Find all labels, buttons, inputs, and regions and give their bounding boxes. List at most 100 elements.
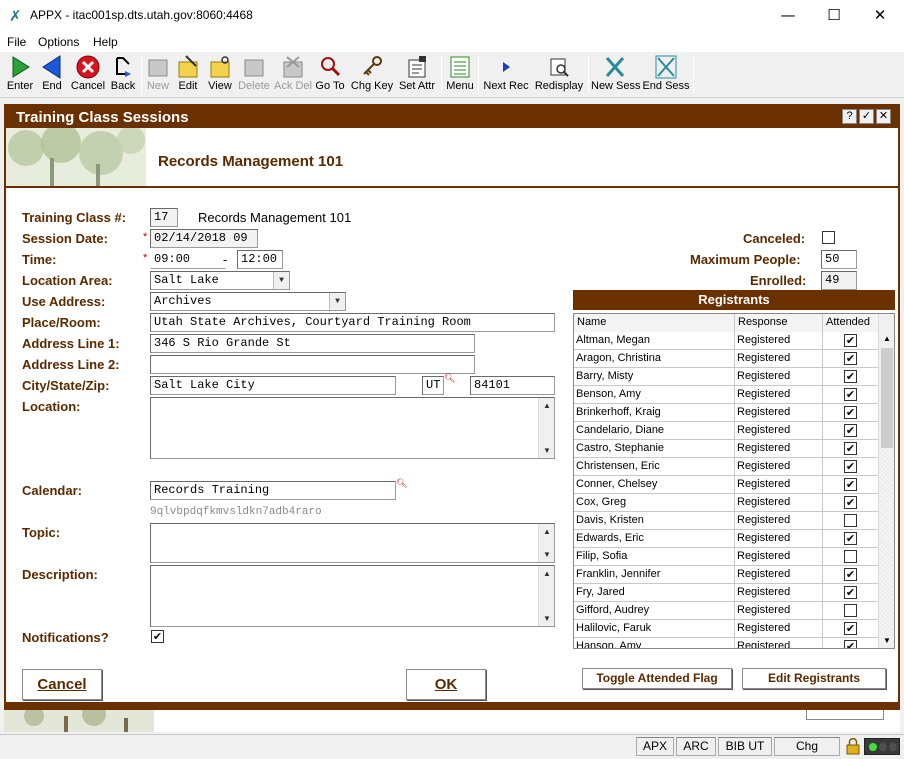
place-room-field[interactable]: Utah State Archives, Courtyard Training …: [150, 313, 555, 332]
table-row[interactable]: Barry, Misty Registered ✔: [574, 368, 879, 386]
chg-key-button[interactable]: Chg Key: [350, 54, 394, 96]
class-no-field[interactable]: 17: [150, 208, 178, 227]
menu-help[interactable]: Help: [93, 35, 118, 49]
canceled-checkbox[interactable]: [822, 231, 835, 244]
column-header-response[interactable]: Response: [735, 314, 823, 332]
attended-checkbox[interactable]: ✔: [844, 496, 857, 509]
edit-button[interactable]: Edit: [175, 54, 201, 96]
table-row[interactable]: Cox, Greg Registered ✔: [574, 494, 879, 512]
attended-checkbox[interactable]: ✔: [844, 388, 857, 401]
table-row[interactable]: Gifford, Audrey Registered: [574, 602, 879, 620]
ack-del-button[interactable]: Ack Del: [274, 54, 312, 96]
registrants-scrollbar[interactable]: ▲ ▼: [878, 314, 894, 648]
ok-button[interactable]: OK: [406, 669, 486, 700]
goto-button[interactable]: Go To: [314, 54, 346, 96]
minimize-button[interactable]: —: [765, 0, 811, 32]
table-row[interactable]: Castro, Stephanie Registered ✔: [574, 440, 879, 458]
attended-checkbox[interactable]: ✔: [844, 460, 857, 473]
confirm-button[interactable]: ✓: [859, 109, 874, 124]
table-row[interactable]: Candelario, Diane Registered ✔: [574, 422, 879, 440]
set-attr-button[interactable]: Set Attr: [396, 54, 438, 96]
attended-checkbox[interactable]: [844, 604, 857, 617]
scroll-thumb[interactable]: [881, 348, 893, 448]
next-rec-button[interactable]: Next Rec: [482, 54, 530, 96]
end-button[interactable]: End: [38, 54, 66, 96]
scroll-down-icon[interactable]: ▼: [539, 611, 555, 626]
attended-checkbox[interactable]: ✔: [844, 622, 857, 635]
table-row[interactable]: Franklin, Jennifer Registered ✔: [574, 566, 879, 584]
scroll-up-icon[interactable]: ▲: [539, 524, 555, 539]
enrolled-field[interactable]: 49: [821, 271, 857, 290]
chevron-down-icon[interactable]: ▼: [329, 293, 345, 310]
topic-textarea[interactable]: ▲ ▼: [150, 523, 555, 563]
topic-scrollbar[interactable]: ▲ ▼: [538, 524, 554, 562]
attended-checkbox[interactable]: ✔: [844, 370, 857, 383]
description-scrollbar[interactable]: ▲ ▼: [538, 566, 554, 626]
table-row[interactable]: Brinkerhoff, Kraig Registered ✔: [574, 404, 879, 422]
location-textarea[interactable]: ▲ ▼: [150, 397, 555, 459]
use-address-select[interactable]: Archives ▼: [150, 292, 346, 311]
attended-checkbox[interactable]: ✔: [844, 568, 857, 581]
view-button[interactable]: View: [206, 54, 234, 96]
redisplay-button[interactable]: Redisplay: [533, 54, 585, 96]
scroll-down-icon[interactable]: ▼: [879, 634, 894, 648]
back-button[interactable]: Back: [108, 54, 138, 96]
address2-field[interactable]: [150, 355, 475, 374]
state-field[interactable]: UT: [422, 376, 444, 395]
new-sess-button[interactable]: New Sess: [591, 54, 641, 96]
table-row[interactable]: Davis, Kristen Registered: [574, 512, 879, 530]
column-header-name[interactable]: Name: [574, 314, 735, 332]
location-scrollbar[interactable]: ▲ ▼: [538, 398, 554, 458]
menu-button[interactable]: Menu: [445, 54, 475, 96]
attended-checkbox[interactable]: [844, 550, 857, 563]
attended-checkbox[interactable]: ✔: [844, 640, 857, 648]
magnifier-icon[interactable]: 🔍︎: [444, 374, 455, 384]
menu-file[interactable]: File: [7, 35, 26, 49]
description-textarea[interactable]: ▲ ▼: [150, 565, 555, 627]
table-row[interactable]: Christensen, Eric Registered ✔: [574, 458, 879, 476]
time-start-field[interactable]: 09:00: [150, 250, 226, 269]
attended-checkbox[interactable]: ✔: [844, 478, 857, 491]
new-button[interactable]: New: [145, 54, 171, 96]
end-sess-button[interactable]: End Sess: [642, 54, 690, 96]
scroll-up-icon[interactable]: ▲: [539, 566, 555, 581]
table-row[interactable]: Filip, Sofia Registered: [574, 548, 879, 566]
attended-checkbox[interactable]: ✔: [844, 424, 857, 437]
max-people-field[interactable]: 50: [821, 250, 857, 269]
attended-checkbox[interactable]: ✔: [844, 352, 857, 365]
zip-field[interactable]: 84101: [470, 376, 555, 395]
attended-checkbox[interactable]: ✔: [844, 586, 857, 599]
table-row[interactable]: Benson, Amy Registered ✔: [574, 386, 879, 404]
scroll-up-icon[interactable]: ▲: [539, 398, 555, 413]
city-field[interactable]: Salt Lake City: [150, 376, 396, 395]
cancel-button[interactable]: Cancel: [22, 669, 102, 700]
edit-registrants-button[interactable]: Edit Registrants: [742, 668, 886, 689]
scroll-down-icon[interactable]: ▼: [539, 547, 555, 562]
attended-checkbox[interactable]: [844, 514, 857, 527]
maximize-button[interactable]: ☐: [811, 0, 857, 32]
magnifier-icon[interactable]: 🔍︎: [396, 479, 407, 489]
chevron-down-icon[interactable]: ▼: [273, 272, 289, 289]
table-row[interactable]: Fry, Jared Registered ✔: [574, 584, 879, 602]
close-window-button[interactable]: ✕: [857, 0, 903, 32]
help-button[interactable]: ?: [842, 109, 857, 124]
column-header-attended[interactable]: Attended: [823, 314, 879, 332]
notifications-checkbox[interactable]: ✔: [151, 630, 164, 643]
toggle-attended-button[interactable]: Toggle Attended Flag: [582, 668, 732, 689]
delete-button[interactable]: Delete: [236, 54, 272, 96]
table-row[interactable]: Altman, Megan Registered ✔: [574, 332, 879, 350]
table-row[interactable]: Halilovic, Faruk Registered ✔: [574, 620, 879, 638]
scroll-up-icon[interactable]: ▲: [879, 332, 894, 346]
session-date-field[interactable]: 02/14/2018 09: [150, 229, 258, 248]
enter-button[interactable]: Enter: [5, 54, 35, 96]
menu-options[interactable]: Options: [38, 35, 79, 49]
attended-checkbox[interactable]: ✔: [844, 406, 857, 419]
table-row[interactable]: Aragon, Christina Registered ✔: [574, 350, 879, 368]
scroll-track[interactable]: [881, 450, 893, 632]
close-form-button[interactable]: ✕: [876, 109, 891, 124]
table-row[interactable]: Edwards, Eric Registered ✔: [574, 530, 879, 548]
attended-checkbox[interactable]: ✔: [844, 532, 857, 545]
table-row[interactable]: Conner, Chelsey Registered ✔: [574, 476, 879, 494]
cancel-button-toolbar[interactable]: Cancel: [70, 54, 106, 96]
calendar-field[interactable]: Records Training: [150, 481, 396, 500]
